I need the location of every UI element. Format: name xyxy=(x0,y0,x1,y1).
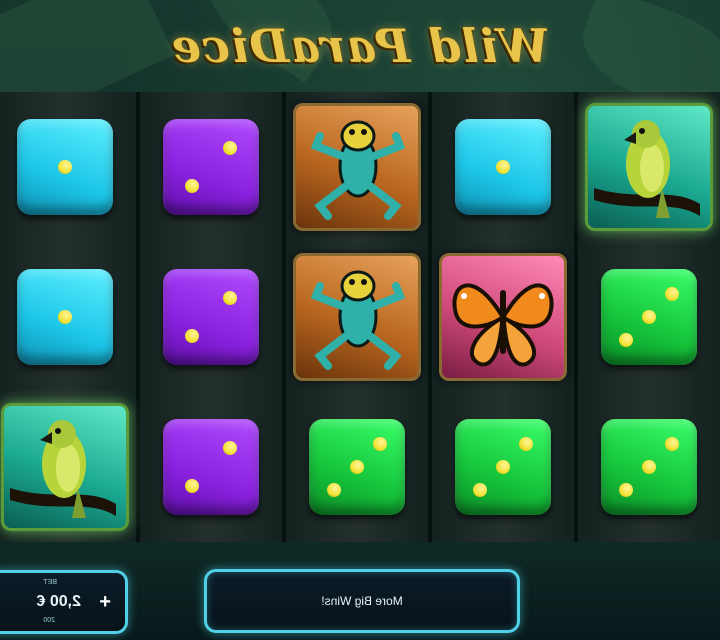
reel-symbol-die xyxy=(136,242,286,392)
die-pip xyxy=(223,141,237,155)
message-panel: More Big Wins! xyxy=(204,569,520,633)
die-pip xyxy=(619,483,633,497)
reel-symbol-die xyxy=(574,392,720,542)
die-pip xyxy=(185,179,199,193)
die-pip xyxy=(58,160,72,174)
reel-symbol-frog xyxy=(282,242,432,392)
dice-icon xyxy=(163,119,259,215)
message-text: More Big Wins! xyxy=(321,594,403,608)
dice-icon xyxy=(163,269,259,365)
die-pip xyxy=(619,333,633,347)
bet-subvalue: 200 xyxy=(43,617,55,624)
parrot-icon xyxy=(1,403,129,531)
die-pip xyxy=(665,437,679,451)
parrot-icon xyxy=(585,103,713,231)
reel-symbol-parrot xyxy=(0,392,140,542)
reel-grid xyxy=(0,92,720,542)
die-pip xyxy=(350,460,364,474)
reel-symbol-die xyxy=(574,242,720,392)
reel-symbol-frog xyxy=(282,92,432,242)
reel-symbol-butterfly xyxy=(428,242,578,392)
die-pip xyxy=(473,483,487,497)
reel-symbol-die xyxy=(0,92,140,242)
die-pip xyxy=(373,437,387,451)
reel-symbol-parrot xyxy=(574,92,720,242)
control-bar: More Big Wins! + BET 2,00 € 200 xyxy=(0,542,720,640)
die-pip xyxy=(223,291,237,305)
dice-icon xyxy=(17,119,113,215)
bet-label: BET xyxy=(43,579,57,586)
dice-icon xyxy=(309,419,405,515)
frog-icon xyxy=(293,103,421,231)
die-pip xyxy=(223,441,237,455)
bet-panel[interactable]: + BET 2,00 € 200 xyxy=(0,570,128,634)
die-pip xyxy=(185,329,199,343)
dice-icon xyxy=(601,419,697,515)
game-screen: Wild ParaDice More Big Wins! + BET 2,00 … xyxy=(0,0,720,640)
reel-symbol-die xyxy=(428,392,578,542)
dice-icon xyxy=(455,419,551,515)
dice-icon xyxy=(455,119,551,215)
reel-symbol-die xyxy=(136,92,286,242)
die-pip xyxy=(642,310,656,324)
reel-symbol-die xyxy=(428,92,578,242)
die-pip xyxy=(58,310,72,324)
dice-icon xyxy=(17,269,113,365)
die-pip xyxy=(185,479,199,493)
die-pip xyxy=(327,483,341,497)
game-title-logo: Wild ParaDice xyxy=(170,19,550,73)
die-pip xyxy=(496,160,510,174)
die-pip xyxy=(519,437,533,451)
frog-icon xyxy=(293,253,421,381)
reel-symbol-die xyxy=(282,392,432,542)
die-pip xyxy=(665,287,679,301)
dice-icon xyxy=(601,269,697,365)
reel-symbol-die xyxy=(136,392,286,542)
dice-icon xyxy=(163,419,259,515)
die-pip xyxy=(496,460,510,474)
bet-value: 2,00 € xyxy=(36,593,81,610)
die-pip xyxy=(642,460,656,474)
increase-bet-button[interactable]: + xyxy=(99,591,111,614)
reel-symbol-die xyxy=(0,242,140,392)
butterfly-icon xyxy=(439,253,567,381)
title-bar: Wild ParaDice xyxy=(0,0,720,92)
